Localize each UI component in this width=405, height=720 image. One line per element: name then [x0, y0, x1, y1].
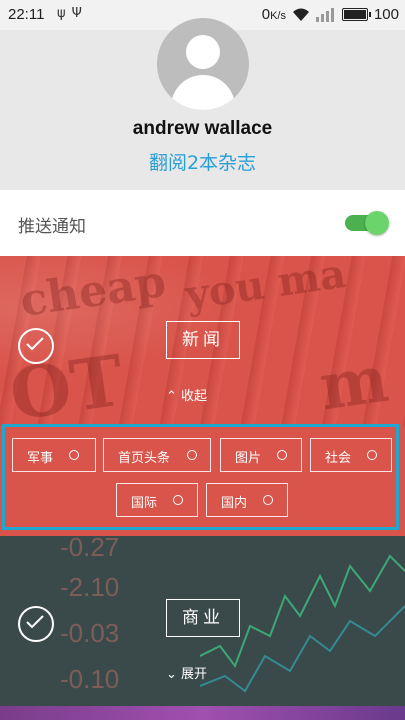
business-expand-button[interactable]: ⌄ 展开 — [166, 663, 207, 682]
chevron-up-icon: ⌃ — [166, 389, 177, 404]
usb-debug-icon: Ψ — [71, 6, 88, 21]
battery-percent: 100 — [373, 6, 399, 23]
chevron-down-icon: ⌄ — [166, 667, 177, 682]
username: andrew wallace — [132, 118, 273, 139]
avatar-placeholder-icon — [186, 35, 220, 69]
business-title[interactable]: 商业 — [166, 599, 240, 637]
toggle-knob — [365, 211, 389, 235]
radio-icon — [187, 450, 197, 460]
push-notification-label: 推送通知 — [18, 217, 86, 237]
radio-icon — [173, 495, 183, 505]
push-notification-toggle[interactable] — [345, 211, 389, 235]
profile-header: andrew wallace 翻阅2本杂志 — [0, 18, 405, 190]
tag-military[interactable]: 军事 — [12, 438, 96, 472]
battery-icon — [341, 8, 371, 21]
business-check-icon[interactable] — [18, 606, 54, 642]
news-title[interactable]: 新闻 — [166, 321, 240, 359]
tag-pictures[interactable]: 图片 — [220, 438, 302, 472]
next-section-preview — [0, 706, 405, 720]
network-speed: 0K/s — [261, 6, 286, 23]
status-time: 22:11 — [8, 6, 45, 23]
radio-icon — [367, 450, 377, 460]
news-check-icon[interactable] — [18, 328, 54, 364]
news-collapse-button[interactable]: ⌃ 收起 — [166, 385, 207, 404]
magazine-count-link[interactable]: 翻阅2本杂志 — [0, 148, 405, 175]
status-left-icons: ψΨ — [57, 6, 88, 21]
tag-domestic[interactable]: 国内 — [206, 483, 288, 517]
usb-icon: ψ — [57, 6, 72, 21]
tag-society[interactable]: 社会 — [310, 438, 392, 472]
radio-icon — [277, 450, 287, 460]
radio-icon — [69, 450, 79, 460]
avatar[interactable] — [157, 18, 249, 110]
wifi-icon — [292, 8, 309, 21]
tag-headlines[interactable]: 首页头条 — [103, 438, 211, 472]
status-right: 0K/s 100 — [262, 6, 399, 23]
signal-icon — [315, 7, 334, 22]
tag-international[interactable]: 国际 — [116, 483, 198, 517]
radio-icon — [263, 495, 273, 505]
